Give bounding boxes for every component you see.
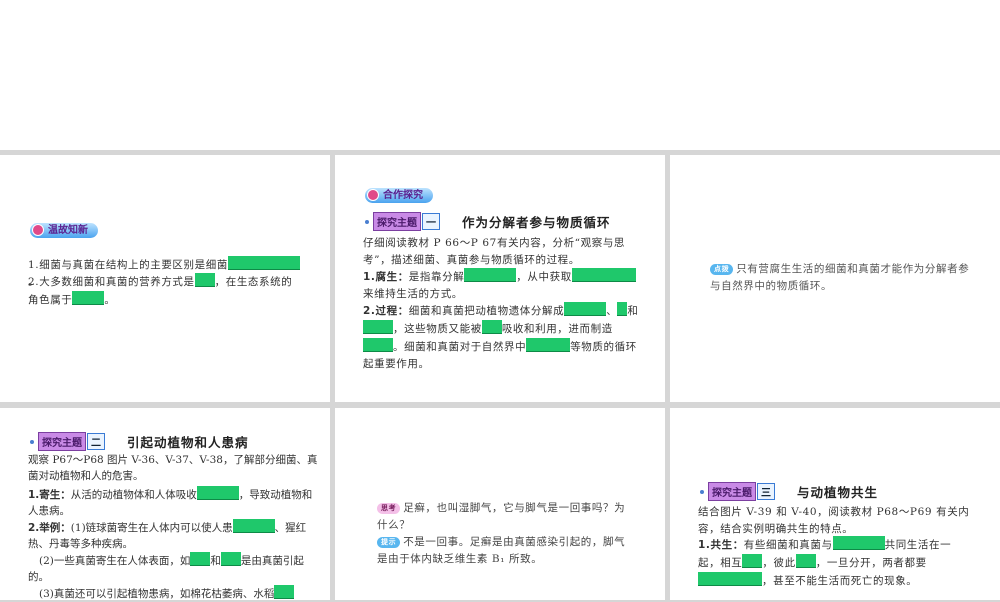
answer-blank[interactable] [795, 554, 816, 568]
answer-blank[interactable] [194, 273, 215, 287]
topic-heading: 探究主题一 作为分解者参与物质循环 [365, 212, 611, 231]
topic-number: 三 [757, 483, 775, 500]
topic-tag: 探究主题 [38, 432, 86, 451]
answer-blank[interactable] [526, 338, 571, 352]
answer-blank[interactable] [190, 552, 211, 566]
answer-blank[interactable] [363, 320, 393, 334]
blank-top-area [0, 0, 1000, 150]
intro-text: 观察 P67～P68 图片 V-36、V-37、V-38，了解部分细菌、真菌对动… [28, 454, 318, 482]
answer-blank[interactable] [742, 554, 763, 568]
question-2: 2.大多数细菌和真菌的营养方式是 ，在生态系统的角色属于。 [28, 273, 303, 309]
answer-blank[interactable] [832, 536, 885, 550]
topic-tag: 探究主题 [373, 212, 421, 231]
answer-blank[interactable] [571, 268, 636, 282]
topic-title: 引起动植物和人患病 [127, 435, 249, 450]
badge-label: 合作探究 [383, 190, 423, 201]
answer-blank[interactable] [227, 256, 300, 270]
answer-blank[interactable] [72, 291, 105, 305]
item-1: 1.腐生：是指靠分解 ，从中获取来维持生活的方式。 [363, 268, 641, 303]
hint-badge: 提示 [377, 537, 401, 548]
topic-number: 一 [422, 213, 440, 230]
slide-review[interactable]: 温故知新 1.细菌与真菌在结构上的主要区别是细菌。 2.大多数细菌和真菌的营养方… [0, 155, 330, 402]
badge-dot-icon [32, 224, 44, 236]
slide-think[interactable]: 思考 足癣，也叫湿脚气，它与脚气是一回事吗？为什么？ 提示 不是一回事。足癣是由真菌… [335, 408, 665, 600]
answer-blank[interactable] [220, 552, 241, 566]
answer-blank[interactable] [464, 268, 517, 282]
topic-tag: 探究主题 [708, 482, 756, 501]
badge-dot-icon [367, 189, 379, 201]
slide-topic-3[interactable]: 探究主题三 与动植物共生 结合图片 V-39 和 V-40，阅读教材 P68～P6… [670, 408, 1000, 600]
topic-number: 二 [87, 433, 105, 450]
bullet-icon [365, 219, 369, 224]
topic-title: 作为分解者参与物质循环 [462, 215, 611, 230]
intro-text: 仔细阅读教材 P 66～P 67有关内容，分析“观察与思考”，描述细菌、真菌参与… [363, 237, 626, 266]
item-2: 2.举例：(1)链球菌寄生在人体内可以使人患 、猩红热、丹毒等多种疾病。 (2)一些… [28, 519, 318, 602]
think-question: 思考 足癣，也叫湿脚气，它与脚气是一回事吗？为什么？ [377, 502, 626, 531]
item-1: 1.共生：有些细菌和真菌与 共同生活在一起，相互 ，彼此 ，一旦分开，两者都要，甚至不… [698, 536, 973, 590]
slide-topic-2[interactable]: 探究主题二 引起动植物和人患病 观察 P67～P68 图片 V-36、V-37、V… [0, 408, 330, 600]
answer-blank[interactable] [274, 585, 295, 599]
answer-blank[interactable] [698, 572, 762, 586]
answer-blank[interactable] [196, 486, 239, 500]
slide-topic-1[interactable]: 合作探究 探究主题一 作为分解者参与物质循环 仔细阅读教材 P 66～P 67有关… [335, 155, 665, 402]
tip-text: 点拨 只有营腐生生活的细菌和真菌才能作为分解者参与自然界中的物质循环。 [710, 263, 970, 292]
answer-blank[interactable] [564, 302, 607, 316]
item-1: 1.寄生：从活的动植物体和人体吸收 ，导致动植物和人患病。 [28, 486, 318, 519]
answer-blank[interactable] [232, 519, 275, 533]
example-3-text: (3)真菌还可以引起植物患病，如棉花枯萎病、水稻 [39, 588, 275, 600]
bullet-icon [30, 439, 34, 444]
tip-badge: 点拨 [710, 264, 734, 275]
bullet-icon [700, 489, 704, 494]
badge-label: 温故知新 [48, 225, 88, 236]
answer-blank[interactable] [617, 302, 628, 316]
slide-tip[interactable]: 点拨 只有营腐生生活的细菌和真菌才能作为分解者参与自然界中的物质循环。 [670, 155, 1000, 402]
answer-blank[interactable] [481, 320, 502, 334]
section-badge-review: 温故知新 [30, 223, 98, 238]
topic-title: 与动植物共生 [797, 485, 879, 500]
item-2: 2.过程：细菌和真菌把动植物遗体分解成、和，这些物质又能被 吸收和利用，进而制造。… [363, 302, 641, 373]
intro-text: 结合图片 V-39 和 V-40，阅读教材 P68～P69 有关内容，结合实例明… [698, 506, 970, 535]
think-badge: 思考 [377, 503, 401, 514]
topic-heading: 探究主题三 与动植物共生 [700, 482, 878, 501]
hint-answer: 提示 不是一回事。足癣是由真菌感染引起的，脚气是由于体内缺乏维生素 B₁ 所致。 [377, 536, 626, 565]
answer-blank[interactable] [363, 338, 393, 352]
topic-heading: 探究主题二 引起动植物和人患病 [30, 432, 249, 451]
section-badge-cooperate: 合作探究 [365, 188, 433, 203]
